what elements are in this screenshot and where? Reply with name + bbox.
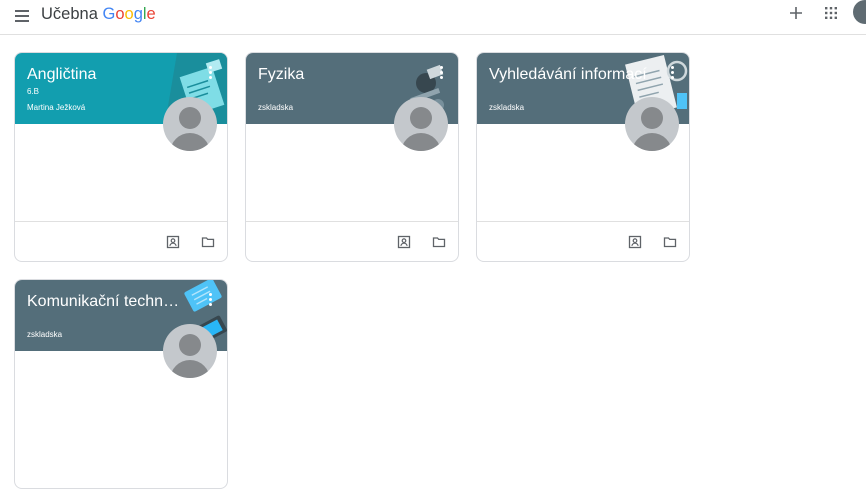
class-title[interactable]: Vyhledávání informací — [489, 65, 649, 85]
class-teacher: zskladska — [258, 103, 294, 112]
more-options-icon[interactable] — [207, 66, 213, 82]
more-options-icon[interactable] — [207, 293, 213, 309]
class-card: Vyhledávání informací zskladska — [476, 52, 690, 262]
folder-icon[interactable] — [201, 235, 215, 249]
class-card: Komunikační technologie zskladska — [14, 279, 228, 489]
class-teacher: zskladska — [489, 103, 525, 112]
brand-prefix: Učebna — [41, 5, 98, 23]
teacher-avatar — [163, 324, 217, 378]
folder-icon[interactable] — [432, 235, 446, 249]
class-card: Angličtina 6.B Martina Ježková — [14, 52, 228, 262]
folder-icon[interactable] — [663, 235, 677, 249]
account-avatar[interactable] — [853, 0, 866, 24]
assignments-icon[interactable] — [166, 235, 180, 249]
class-title[interactable]: Fyzika — [258, 65, 418, 85]
class-card-footer — [477, 221, 689, 261]
class-card: Fyzika zskladska — [245, 52, 459, 262]
top-app-bar: Učebna Google — [0, 0, 866, 35]
teacher-avatar — [625, 97, 679, 151]
class-section: 6.B — [27, 87, 40, 96]
hamburger-menu-icon[interactable] — [15, 10, 29, 22]
class-title[interactable]: Komunikační technologie — [27, 292, 187, 312]
apps-grid-icon[interactable] — [824, 6, 838, 20]
more-options-icon[interactable] — [438, 66, 444, 82]
class-card-footer — [15, 221, 227, 261]
class-title[interactable]: Angličtina — [27, 65, 187, 85]
class-teacher: Martina Ježková — [27, 103, 86, 112]
teacher-avatar — [163, 97, 217, 151]
class-card-footer — [246, 221, 458, 261]
plus-icon[interactable] — [787, 4, 805, 22]
class-teacher: zskladska — [27, 330, 63, 339]
brand-google: Google — [102, 5, 156, 23]
more-options-icon[interactable] — [669, 66, 675, 82]
assignments-icon[interactable] — [628, 235, 642, 249]
app-brand[interactable]: Učebna Google — [41, 4, 156, 24]
assignments-icon[interactable] — [397, 235, 411, 249]
teacher-avatar — [394, 97, 448, 151]
